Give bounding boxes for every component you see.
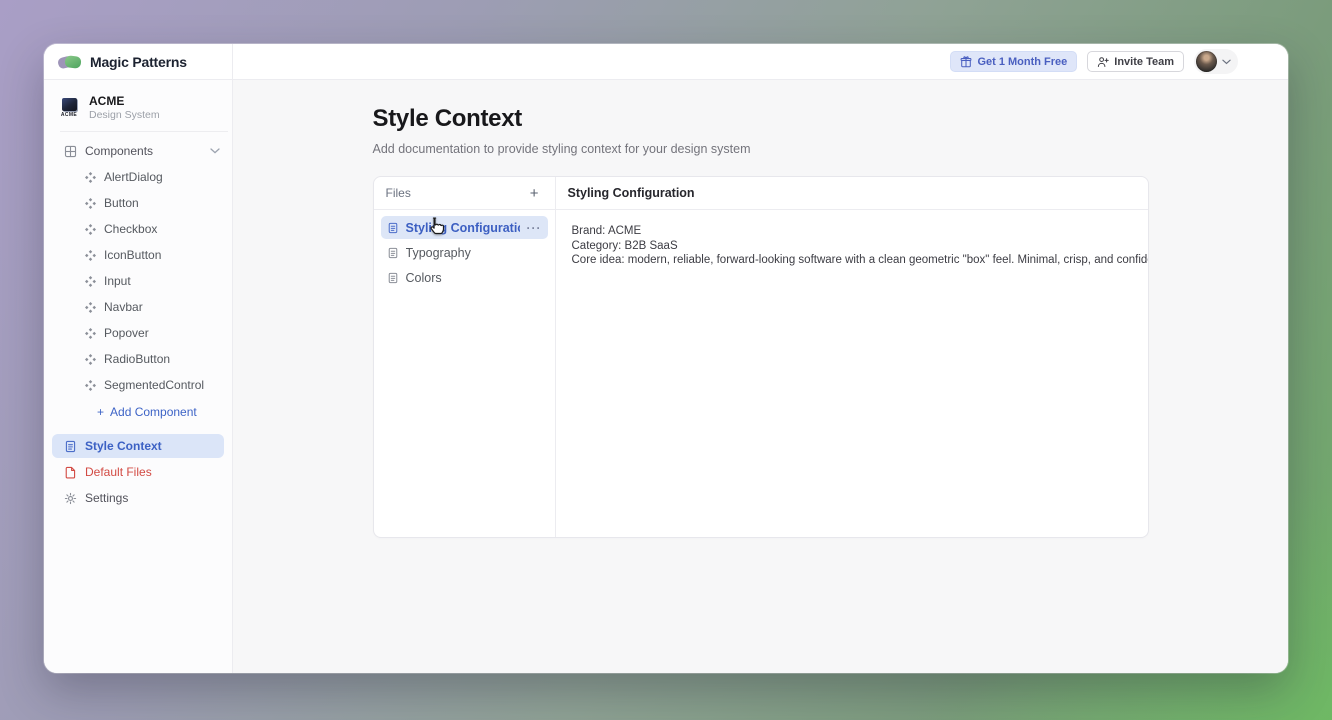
component-icon [85, 380, 96, 391]
component-icon [85, 198, 96, 209]
sidebar: ACME ACME Design System Components [44, 80, 233, 673]
component-label: Button [104, 196, 139, 210]
brand-logo[interactable]: Magic Patterns [44, 44, 233, 79]
sidebar-item-iconbutton[interactable]: IconButton [44, 242, 232, 268]
file-row-styling-configuration[interactable]: Styling Configuration ··· [381, 216, 548, 239]
component-label: Navbar [104, 300, 143, 314]
sidebar-item-default-files[interactable]: Default Files [52, 460, 224, 484]
content-line: Brand: ACME [572, 224, 1149, 239]
chevron-down-icon [210, 148, 220, 154]
content-line: Core idea: modern, reliable, forward-loo… [572, 253, 1149, 268]
sidebar-item-input[interactable]: Input [44, 268, 232, 294]
acme-logo-text: ACME [61, 112, 77, 118]
sidebar-item-segmentedcontrol[interactable]: SegmentedControl [44, 372, 232, 398]
document-icon [387, 272, 399, 284]
sidebar-item-style-context[interactable]: Style Context [52, 434, 224, 458]
settings-label: Settings [85, 491, 128, 505]
topbar: Magic Patterns Get 1 Month Free [44, 44, 1288, 80]
content-line: Category: B2B SaaS [572, 239, 1149, 254]
add-component-button[interactable]: + Add Component [44, 398, 232, 426]
sidebar-item-button[interactable]: Button [44, 190, 232, 216]
file-row-colors[interactable]: Colors [381, 266, 548, 289]
chevron-down-icon [1222, 59, 1231, 65]
style-context-label: Style Context [85, 439, 162, 453]
component-label: RadioButton [104, 352, 170, 366]
components-label: Components [85, 144, 153, 158]
page: { "topbar": { "logo_text": "Magic Patter… [0, 0, 1332, 720]
detail-header: Styling Configuration [556, 177, 1149, 210]
files-header-label: Files [386, 186, 526, 200]
get-month-free-label: Get 1 Month Free [977, 56, 1067, 68]
gift-icon [960, 56, 972, 68]
workspace-subtitle: Design System [89, 109, 160, 121]
gear-icon [64, 492, 77, 505]
page-subtitle: Add documentation to provide styling con… [373, 142, 1149, 156]
add-file-button[interactable]: + [526, 184, 543, 203]
component-icon [85, 276, 96, 287]
file-name: Colors [406, 271, 542, 285]
brand-name: Magic Patterns [90, 54, 187, 70]
document-icon [387, 247, 399, 259]
add-component-label: Add Component [110, 405, 197, 419]
get-month-free-button[interactable]: Get 1 Month Free [950, 51, 1077, 72]
file-icon [64, 466, 77, 479]
main-content: Style Context Add documentation to provi… [233, 80, 1288, 673]
avatar [1196, 51, 1217, 72]
file-detail-panel: Styling Configuration Brand: ACME Catego… [556, 177, 1149, 537]
component-icon [85, 302, 96, 313]
file-name: Typography [406, 246, 542, 260]
workspace-switcher[interactable]: ACME ACME Design System [44, 89, 232, 131]
component-icon [85, 354, 96, 365]
files-header: Files + [374, 177, 555, 210]
acme-cube-icon [62, 98, 77, 111]
file-name: Styling Configuration [406, 221, 520, 235]
component-label: AlertDialog [104, 170, 163, 184]
user-plus-icon [1097, 56, 1109, 68]
sidebar-item-navbar[interactable]: Navbar [44, 294, 232, 320]
component-label: Checkbox [104, 222, 157, 236]
sidebar-item-settings[interactable]: Settings [52, 486, 224, 510]
sidebar-item-checkbox[interactable]: Checkbox [44, 216, 232, 242]
component-icon [85, 328, 96, 339]
detail-title: Styling Configuration [568, 186, 695, 200]
default-files-label: Default Files [85, 465, 152, 479]
workspace-logo: ACME [57, 95, 81, 121]
file-row-typography[interactable]: Typography [381, 241, 548, 264]
component-icon [85, 250, 96, 261]
component-label: IconButton [104, 248, 161, 262]
grid-icon [64, 145, 77, 158]
component-label: Popover [104, 326, 149, 340]
style-context-panel: Files + Styling Configuration ··· [373, 176, 1149, 538]
plus-icon: + [97, 405, 104, 419]
files-list-panel: Files + Styling Configuration ··· [374, 177, 556, 537]
document-icon [387, 222, 399, 234]
sidebar-item-alertdialog[interactable]: AlertDialog [44, 164, 232, 190]
component-label: SegmentedControl [104, 378, 204, 392]
app-window: Magic Patterns Get 1 Month Free [44, 44, 1288, 673]
window-body: ACME ACME Design System Components [44, 80, 1288, 673]
component-icon [85, 224, 96, 235]
file-content[interactable]: Brand: ACME Category: B2B SaaS Core idea… [556, 210, 1149, 282]
document-icon [64, 440, 77, 453]
sidebar-item-radiobutton[interactable]: RadioButton [44, 346, 232, 372]
magic-patterns-logo-icon [57, 52, 83, 72]
sidebar-item-popover[interactable]: Popover [44, 320, 232, 346]
component-icon [85, 172, 96, 183]
invite-team-label: Invite Team [1114, 56, 1174, 68]
topbar-actions: Get 1 Month Free Invite Team [233, 44, 1288, 79]
invite-team-button[interactable]: Invite Team [1087, 51, 1184, 72]
page-title: Style Context [373, 105, 1149, 133]
workspace-name: ACME [89, 95, 160, 108]
component-label: Input [104, 274, 131, 288]
components-section-toggle[interactable]: Components [44, 138, 232, 164]
file-menu-button[interactable]: ··· [527, 221, 542, 235]
account-menu[interactable] [1194, 49, 1238, 74]
sidebar-divider [60, 131, 228, 132]
